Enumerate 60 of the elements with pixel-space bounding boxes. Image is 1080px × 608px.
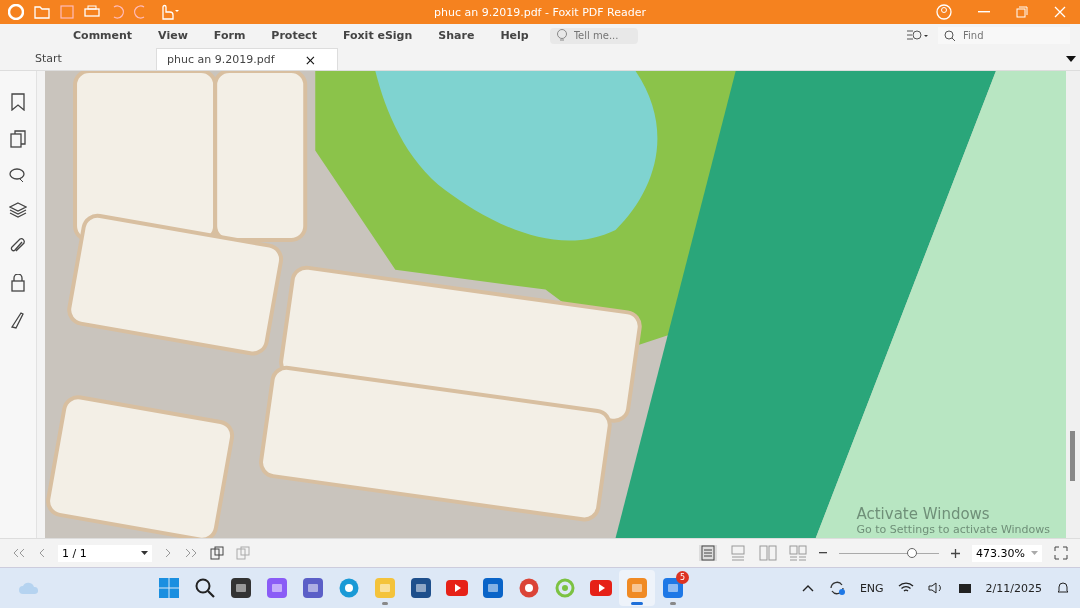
menu-item[interactable]: View [145,29,201,42]
bell-icon[interactable] [1056,581,1070,595]
bookmark-icon[interactable] [11,93,25,111]
caret-icon[interactable] [1066,55,1076,62]
fullscreen-icon[interactable] [1054,546,1068,560]
single-page-icon[interactable] [699,545,717,561]
restore-icon[interactable] [1016,6,1028,18]
menu-item[interactable]: Protect [258,29,330,42]
menu-item[interactable]: Help [487,29,542,42]
find-field[interactable]: Find [961,29,1021,42]
facing-pages-icon[interactable] [759,545,777,561]
print-icon[interactable] [84,5,100,19]
menu-item[interactable]: Share [425,29,488,42]
menu-item[interactable]: Comment [60,29,146,42]
activation-hint: Go to Settings to activate Windows [856,523,1050,536]
window-title: phuc an 9.2019.pdf - Foxit PDF Reader [434,5,646,19]
zoom-field[interactable]: 473.30% [972,544,1042,562]
lock-icon[interactable] [11,274,25,292]
taskbar-app[interactable]: 5 [654,570,691,606]
caret-icon[interactable] [141,551,148,555]
document-tab[interactable]: phuc an 9.2019.pdf × [156,48,338,70]
language-indicator[interactable]: ENG [859,581,884,595]
document-tab[interactable]: Start [24,47,156,70]
last-page-icon[interactable] [184,548,198,558]
leaf-icon [554,578,575,598]
search-icon [194,578,215,598]
account-icon[interactable] [936,4,952,20]
next-page-icon[interactable] [164,548,172,558]
chevron-up-icon[interactable] [801,584,814,592]
tell-me-field[interactable]: Tell me... [571,29,632,42]
play-icon [445,580,468,596]
speaker-icon[interactable] [927,582,944,594]
activation-title: Activate Windows [856,505,991,523]
layers-icon[interactable] [9,202,27,218]
minimize-icon[interactable] [978,11,990,13]
wifi-icon[interactable] [897,582,914,594]
previous-page-icon[interactable] [38,548,46,558]
page-number-field[interactable]: 1 / 1 [58,544,152,562]
pages-icon[interactable] [10,130,26,148]
taskbar-date[interactable]: 2/11/2025 [985,581,1042,595]
app-logo-icon[interactable] [8,4,24,20]
previous-view-icon[interactable] [210,546,224,560]
play-icon [589,580,612,596]
continuous-facing-icon[interactable] [789,545,807,561]
menu-item[interactable]: Form [200,29,259,42]
windows-logo-icon [158,578,179,598]
tell-me-box[interactable]: Tell me... [549,27,638,44]
menu-item[interactable]: Foxit eSign [329,29,426,42]
close-tab-button[interactable]: × [304,51,317,68]
search-icon [944,29,956,42]
sync-icon[interactable] [827,580,846,596]
first-page-icon[interactable] [12,548,26,558]
notification-badge: 5 [675,571,689,584]
find-box[interactable]: Find [938,27,1070,44]
lightbulb-icon [555,28,568,43]
comment-icon[interactable] [9,167,27,183]
pen-icon[interactable] [10,311,26,329]
search-list-icon[interactable] [906,28,928,43]
close-icon[interactable] [1054,6,1066,18]
zoom-in-icon[interactable] [951,548,960,558]
